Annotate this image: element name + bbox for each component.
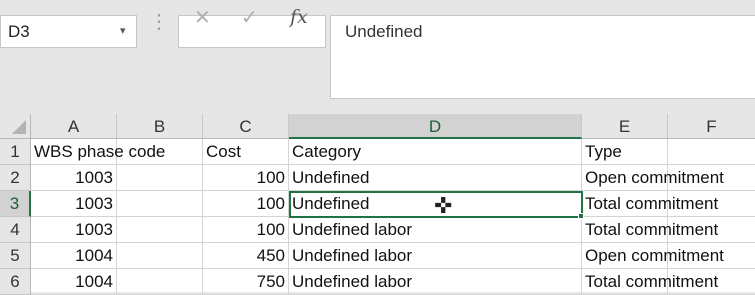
cell-e5[interactable]: Open commitment [582, 243, 724, 269]
cell-d6[interactable]: Undefined labor [289, 269, 582, 295]
cell-d5[interactable]: Undefined labor [289, 243, 582, 269]
row-header-5[interactable]: 5 [0, 243, 31, 269]
cell-e2[interactable]: Open commitment [582, 165, 724, 191]
cell-a5[interactable]: 1004 [31, 243, 117, 269]
column-header-b[interactable]: B [117, 114, 203, 139]
name-box-value: D3 [8, 22, 30, 41]
cell-c2[interactable]: 100 [203, 165, 289, 191]
cancel-icon[interactable]: ✕ [194, 5, 211, 30]
name-box[interactable]: D3 ▾ [0, 15, 137, 48]
column-header-c[interactable]: C [203, 114, 289, 139]
column-header-d[interactable]: D [289, 114, 582, 139]
cell-d2[interactable]: Undefined [289, 165, 582, 191]
insert-function-icon[interactable]: fx [290, 6, 308, 28]
cell-f4[interactable] [668, 217, 755, 243]
cell-a1[interactable]: WBS phase code [31, 139, 165, 165]
fill-handle[interactable] [578, 213, 584, 219]
cell-e6[interactable]: Total commitment [582, 269, 718, 295]
cell-b4[interactable] [117, 217, 203, 243]
cell-a4[interactable]: 1003 [31, 217, 117, 243]
cell-e4[interactable]: Total commitment [582, 217, 718, 243]
row-header-6[interactable]: 6 [0, 269, 31, 295]
row-header-1[interactable]: 1 [0, 139, 31, 165]
cell-f3[interactable] [668, 191, 755, 217]
cell-b6[interactable] [117, 269, 203, 295]
cell-b1[interactable] [117, 139, 203, 165]
column-header-e[interactable]: E [582, 114, 668, 139]
cell-b3[interactable] [117, 191, 203, 217]
cell-c1[interactable]: Cost [203, 139, 289, 165]
cell-f5[interactable] [668, 243, 755, 269]
cell-a6[interactable]: 1004 [31, 269, 117, 295]
cell-f6[interactable] [668, 269, 755, 295]
cell-c6[interactable]: 750 [203, 269, 289, 295]
cell-c3[interactable]: 100 [203, 191, 289, 217]
cell-b5[interactable] [117, 243, 203, 269]
row-header-4[interactable]: 4 [0, 217, 31, 243]
column-header-a[interactable]: A [31, 114, 117, 139]
cell-d4[interactable]: Undefined labor [289, 217, 582, 243]
cell-f1[interactable] [668, 139, 755, 165]
cell-cursor-icon: ✜ [434, 193, 453, 218]
cell-f2[interactable] [668, 165, 755, 191]
cell-d1[interactable]: Category [289, 139, 582, 165]
cell-a3[interactable]: 1003 [31, 191, 117, 217]
formula-value: Undefined [345, 22, 423, 41]
row-header-3[interactable]: 3 [0, 191, 31, 217]
chevron-down-icon[interactable]: ▾ [120, 24, 126, 37]
cell-b2[interactable] [117, 165, 203, 191]
cell-c5[interactable]: 450 [203, 243, 289, 269]
row-header-2[interactable]: 2 [0, 165, 31, 191]
column-header-f[interactable]: F [668, 114, 755, 139]
formula-input[interactable]: Undefined [330, 15, 755, 99]
cell-e3[interactable]: Total commitment [582, 191, 718, 217]
select-all-triangle-icon [12, 120, 26, 134]
cell-e1[interactable]: Type [582, 139, 668, 165]
more-options-icon[interactable]: ⋮ [149, 12, 169, 32]
enter-icon[interactable]: ✓ [241, 5, 258, 30]
cell-a2[interactable]: 1003 [31, 165, 117, 191]
cell-c4[interactable]: 100 [203, 217, 289, 243]
